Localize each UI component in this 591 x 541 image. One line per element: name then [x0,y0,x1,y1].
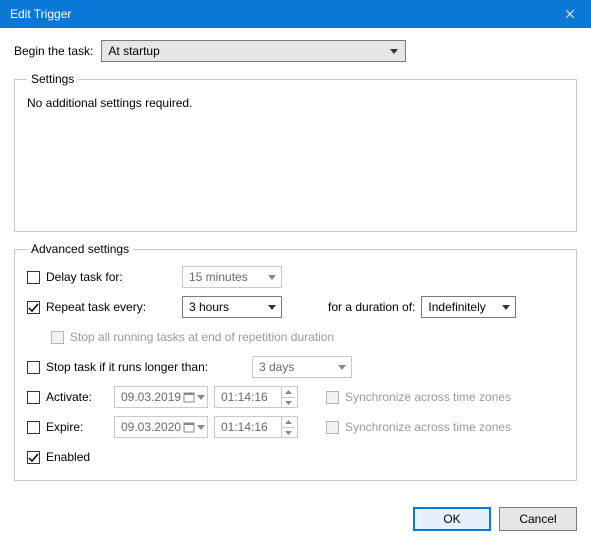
expire-checkbox[interactable] [27,421,40,434]
stop-at-end-checkbox [51,331,64,344]
activate-time-value: 01:14:16 [221,390,279,404]
expire-date-field[interactable]: 09.03.2020 [114,416,208,438]
chevron-down-icon [197,425,205,430]
delay-checkbox[interactable] [27,271,40,284]
duration-select[interactable]: Indefinitely [421,296,516,318]
expire-time-value: 01:14:16 [221,420,279,434]
cancel-label: Cancel [519,512,556,526]
stop-at-end-label: Stop all running tasks at end of repetit… [70,330,334,344]
chevron-down-icon [265,305,279,310]
activate-time-field[interactable]: 01:14:16 [214,386,298,408]
activate-date-value: 09.03.2019 [121,390,181,404]
enabled-label: Enabled [46,450,90,464]
begin-task-value: At startup [108,44,387,58]
settings-legend: Settings [27,72,78,86]
spin-down-icon[interactable] [281,397,295,407]
cancel-button[interactable]: Cancel [499,507,577,531]
enabled-checkbox[interactable] [27,451,40,464]
chevron-down-icon [197,395,205,400]
spin-up-icon[interactable] [281,417,295,427]
expire-label: Expire: [46,420,108,434]
chevron-down-icon [387,49,401,54]
repeat-checkbox[interactable] [27,301,40,314]
expire-sync-label: Synchronize across time zones [345,420,511,434]
chevron-down-icon [265,275,279,280]
activate-date-field[interactable]: 09.03.2019 [114,386,208,408]
activate-sync-checkbox [326,391,339,404]
window-title: Edit Trigger [10,7,549,21]
delay-label: Delay task for: [46,270,176,284]
repeat-value-select[interactable]: 3 hours [182,296,282,318]
close-icon [565,9,575,19]
delay-value-select[interactable]: 15 minutes [182,266,282,288]
spin-down-icon[interactable] [281,427,295,437]
advanced-legend: Advanced settings [27,242,133,256]
ok-label: OK [443,512,460,526]
ok-button[interactable]: OK [413,507,491,531]
advanced-settings-group: Advanced settings Delay task for: 15 min… [14,242,577,481]
spin-up-icon[interactable] [281,387,295,397]
calendar-icon [183,421,195,433]
delay-value: 15 minutes [189,270,265,284]
activate-checkbox[interactable] [27,391,40,404]
expire-time-spinner[interactable] [281,417,295,437]
calendar-icon [183,391,195,403]
duration-label: for a duration of: [328,300,415,314]
expire-time-field[interactable]: 01:14:16 [214,416,298,438]
close-button[interactable] [549,0,591,28]
stop-longer-label: Stop task if it runs longer than: [46,360,246,374]
chevron-down-icon [499,305,513,310]
settings-group: Settings No additional settings required… [14,72,577,232]
chevron-down-icon [335,365,349,370]
begin-label: Begin the task: [14,44,93,58]
activate-sync-label: Synchronize across time zones [345,390,511,404]
begin-task-select[interactable]: At startup [101,40,406,62]
duration-value: Indefinitely [428,300,499,314]
expire-date-value: 09.03.2020 [121,420,181,434]
stop-longer-value: 3 days [259,360,335,374]
expire-sync-checkbox [326,421,339,434]
activate-label: Activate: [46,390,108,404]
repeat-value: 3 hours [189,300,265,314]
stop-longer-checkbox[interactable] [27,361,40,374]
settings-message: No additional settings required. [27,96,564,110]
repeat-label: Repeat task every: [46,300,176,314]
activate-time-spinner[interactable] [281,387,295,407]
titlebar: Edit Trigger [0,0,591,28]
stop-longer-select[interactable]: 3 days [252,356,352,378]
